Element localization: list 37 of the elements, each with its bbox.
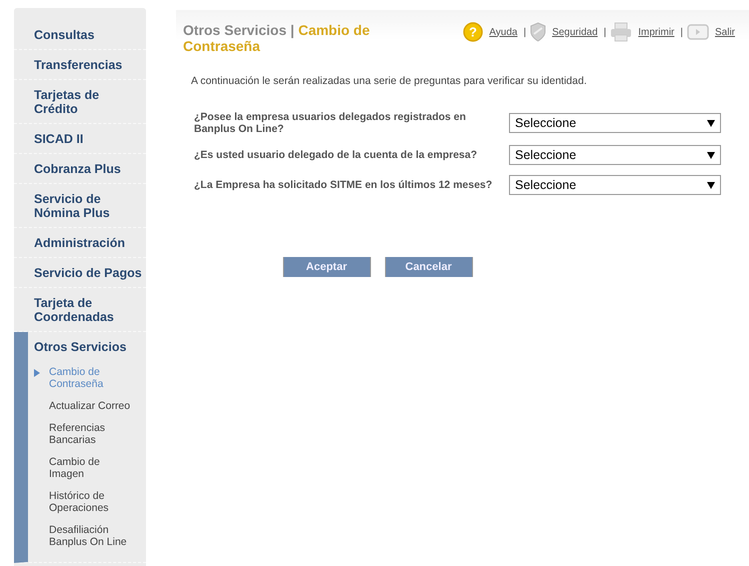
link-separator: | — [604, 26, 606, 38]
question-label: ¿Es usted usuario delegado de la cuenta de la empresa? — [194, 149, 478, 161]
menu-item[interactable]: Cobranza Plus — [14, 154, 146, 184]
header-link[interactable]: Seguridad — [552, 26, 598, 38]
question-label: ¿Posee la empresa usuarios delegados registrados en Banplus On Line? — [194, 111, 467, 135]
link-separator: | — [680, 26, 683, 38]
shield-icon[interactable] — [530, 22, 546, 42]
header-link[interactable]: Imprimir — [638, 26, 674, 38]
submenu-item[interactable]: Actualizar Correo — [34, 400, 131, 412]
submenu-item[interactable]: Referencias Bancarias — [34, 422, 131, 446]
menu-item[interactable]: Tarjetas de Crédito — [14, 80, 146, 124]
menu-item[interactable]: Administración — [14, 228, 146, 258]
dropdown[interactable]: Seleccione — [509, 175, 721, 195]
submenu-item[interactable]: Histórico de Operaciones — [34, 490, 131, 514]
header-link[interactable]: Ayuda — [489, 26, 518, 38]
link-separator: | — [523, 26, 526, 38]
menu-item[interactable]: Otros Servicios — [34, 340, 126, 354]
dropdown[interactable]: Seleccione — [509, 113, 721, 133]
submenu-item[interactable]: Cambio de Imagen — [34, 456, 131, 480]
menu-item[interactable]: Tarjeta de Coordenadas — [14, 288, 146, 332]
printer-icon[interactable] — [610, 22, 632, 42]
dropdown-arrow-icon — [707, 182, 715, 188]
submenu-item[interactable]: Desafiliación Banplus On Line — [34, 524, 131, 548]
header-link[interactable]: Salir — [714, 26, 735, 38]
menu-item[interactable]: Servicio de Pagos — [14, 258, 146, 288]
menu-item[interactable]: Servicio de Nómina Plus — [14, 184, 146, 228]
exit-icon[interactable] — [686, 24, 709, 40]
page-title: Otros Servicios | Cambio de Contraseña — [183, 22, 371, 54]
menu-item[interactable]: SICAD II — [14, 124, 146, 154]
question-label: ¿La Empresa ha solicitado SITME en los últimos 12 meses? — [194, 179, 494, 191]
dropdown-arrow-icon — [707, 120, 715, 126]
dropdown[interactable]: Seleccione — [509, 145, 721, 165]
intro-text: A continuación le serán realizadas una serie de preguntas para verificar su identidad. — [191, 75, 588, 87]
menu-item[interactable]: Transferencias — [14, 50, 146, 80]
triangle-icon — [34, 369, 40, 377]
dropdown-arrow-icon — [707, 152, 715, 158]
menu-item[interactable]: Consultas — [14, 20, 146, 50]
